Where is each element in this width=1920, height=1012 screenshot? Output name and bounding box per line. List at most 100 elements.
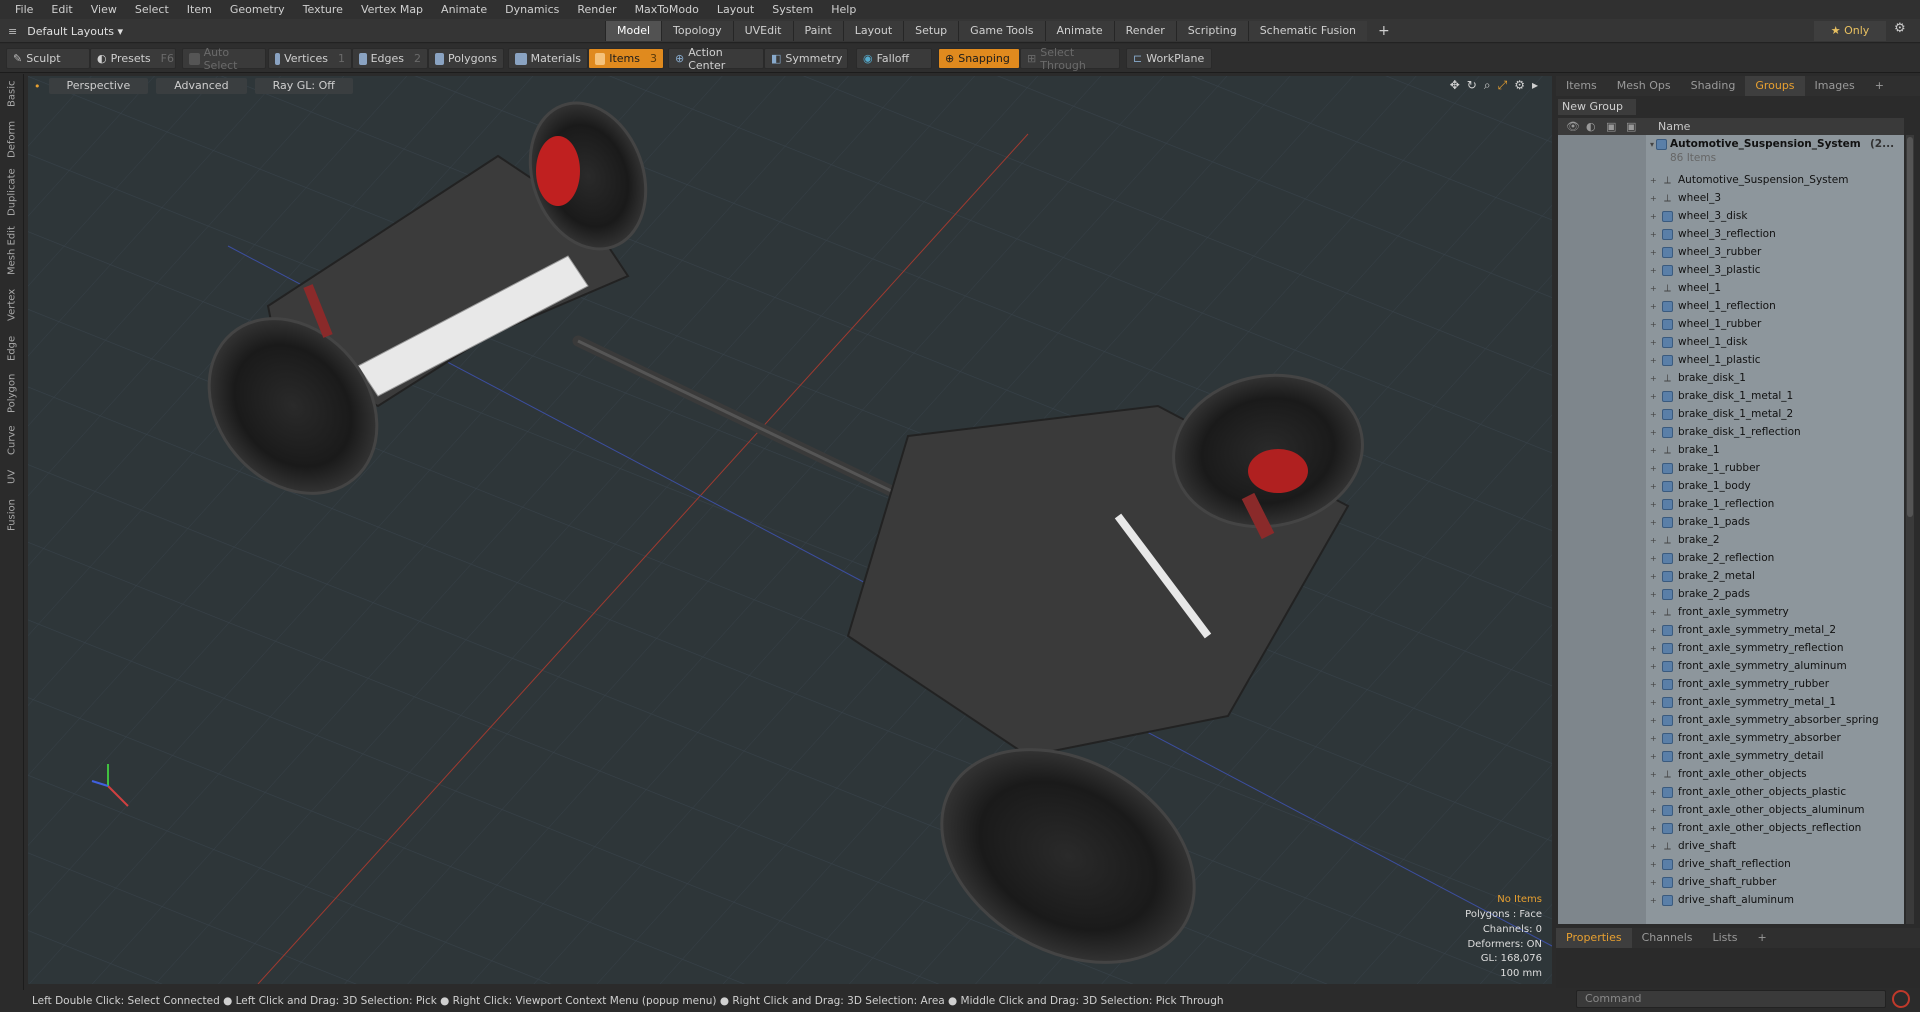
expand-toggle-icon[interactable]: + (1650, 716, 1657, 725)
menu-layout[interactable]: Layout (708, 3, 763, 16)
list-row[interactable]: + front_axle_other_objects_plastic (1558, 783, 1904, 801)
expand-toggle-icon[interactable]: + (1650, 896, 1657, 905)
left-tab-basic[interactable]: Basic (3, 74, 21, 114)
list-row[interactable]: + wheel_3_disk (1558, 207, 1904, 225)
expand-arrow-icon[interactable]: ▸ (1532, 78, 1538, 93)
expand-toggle-icon[interactable]: + (1650, 194, 1657, 203)
expand-toggle-icon[interactable]: + (1650, 644, 1657, 653)
expand-toggle-icon[interactable]: + (1650, 878, 1657, 887)
expand-toggle-icon[interactable]: + (1650, 266, 1657, 275)
only-button[interactable]: ★ Only (1814, 21, 1886, 41)
sculpt-button[interactable]: ✎ Sculpt (6, 48, 90, 69)
tab-paint[interactable]: Paint (792, 21, 843, 41)
list-row[interactable]: + ⟂ drive_shaft (1558, 837, 1904, 855)
right-tab-items[interactable]: Items (1556, 76, 1607, 96)
left-tab-uv[interactable]: UV (3, 462, 21, 492)
list-row[interactable]: + ⟂ brake_disk_1 (1558, 369, 1904, 387)
menu-texture[interactable]: Texture (294, 3, 352, 16)
expand-toggle-icon[interactable]: + (1650, 338, 1657, 347)
left-tab-duplicate[interactable]: Duplicate (3, 164, 21, 220)
expand-toggle-icon[interactable]: + (1650, 752, 1657, 761)
menu-animate[interactable]: Animate (432, 3, 496, 16)
command-input[interactable]: Command (1576, 990, 1886, 1008)
vertices-button[interactable]: Vertices 1 (268, 48, 352, 69)
list-row[interactable]: + brake_1_body (1558, 477, 1904, 495)
list-row[interactable]: + drive_shaft_reflection (1558, 855, 1904, 873)
list-row[interactable]: + brake_disk_1_metal_1 (1558, 387, 1904, 405)
view-mode-dropdown[interactable]: Perspective (48, 78, 149, 94)
viewport-scene[interactable] (28, 76, 1552, 984)
list-row[interactable]: + front_axle_symmetry_metal_2 (1558, 621, 1904, 639)
expand-toggle-icon[interactable]: + (1650, 824, 1657, 833)
expand-toggle-icon[interactable]: + (1650, 464, 1657, 473)
snapping-button[interactable]: ⊕ Snapping (938, 48, 1020, 69)
list-row[interactable]: + front_axle_other_objects_aluminum (1558, 801, 1904, 819)
list-row[interactable]: + ⟂ wheel_3 (1558, 189, 1904, 207)
scrollbar-thumb[interactable] (1907, 137, 1913, 517)
menu-select[interactable]: Select (126, 3, 178, 16)
menu-file[interactable]: File (6, 3, 42, 16)
list-row[interactable]: + front_axle_symmetry_reflection (1558, 639, 1904, 657)
list-row[interactable]: + brake_disk_1_metal_2 (1558, 405, 1904, 423)
left-tab-curve[interactable]: Curve (3, 418, 21, 462)
expand-toggle-icon[interactable]: + (1650, 518, 1657, 527)
left-tab-deform[interactable]: Deform (3, 114, 21, 164)
list-row[interactable]: + brake_2_pads (1558, 585, 1904, 603)
expand-toggle-icon[interactable]: + (1650, 392, 1657, 401)
expand-toggle-icon[interactable]: + (1650, 374, 1657, 383)
list-row[interactable]: + brake_1_reflection (1558, 495, 1904, 513)
expand-toggle-icon[interactable]: + (1650, 662, 1657, 671)
list-row[interactable]: + ⟂ brake_2 (1558, 531, 1904, 549)
left-tab-fusion[interactable]: Fusion (3, 492, 21, 538)
fit-icon[interactable]: ⤢ (1498, 78, 1508, 93)
collapse-toggle-icon[interactable]: ▾ (1650, 140, 1654, 149)
left-tab-mesh-edit[interactable]: Mesh Edit (3, 220, 21, 282)
tab-layout[interactable]: Layout (842, 21, 904, 41)
expand-toggle-icon[interactable]: + (1650, 842, 1657, 851)
right-tab-mesh-ops[interactable]: Mesh Ops (1607, 76, 1681, 96)
menu-geometry[interactable]: Geometry (221, 3, 294, 16)
menu-vertex-map[interactable]: Vertex Map (352, 3, 432, 16)
list-row[interactable]: + brake_1_rubber (1558, 459, 1904, 477)
edges-button[interactable]: Edges 2 (352, 48, 428, 69)
action-center-button[interactable]: ⊕ Action Center (668, 46, 764, 72)
list-row[interactable]: + ⟂ Automotive_Suspension_System (1558, 171, 1904, 189)
list-row[interactable]: + wheel_1_reflection (1558, 297, 1904, 315)
expand-toggle-icon[interactable]: + (1650, 356, 1657, 365)
left-tab-polygon[interactable]: Polygon (3, 368, 21, 418)
tab-model[interactable]: Model (605, 21, 662, 41)
list-row[interactable]: + brake_2_reflection (1558, 549, 1904, 567)
menu-help[interactable]: Help (822, 3, 865, 16)
tab-uvedit[interactable]: UVEdit (732, 21, 793, 41)
bottom-tab-channels[interactable]: Channels (1632, 928, 1703, 948)
visibility-column-icon[interactable]: 👁 (1566, 120, 1580, 133)
name-column-header[interactable]: Name (1658, 120, 1690, 133)
add-tab-button[interactable]: + (1367, 21, 1401, 41)
right-tab-groups[interactable]: Groups (1745, 76, 1805, 96)
list-row[interactable]: + front_axle_symmetry_metal_1 (1558, 693, 1904, 711)
expand-toggle-icon[interactable]: + (1650, 284, 1657, 293)
add-bottom-tab-button[interactable]: + (1747, 928, 1776, 948)
list-row[interactable]: + brake_1_pads (1558, 513, 1904, 531)
expand-toggle-icon[interactable]: + (1650, 230, 1657, 239)
list-row[interactable]: + ⟂ front_axle_symmetry (1558, 603, 1904, 621)
expand-toggle-icon[interactable]: + (1650, 734, 1657, 743)
expand-toggle-icon[interactable]: + (1650, 554, 1657, 563)
layout-dropdown[interactable]: ≡ Default Layouts ▾ (8, 22, 123, 40)
expand-toggle-icon[interactable]: + (1650, 608, 1657, 617)
list-row[interactable]: + wheel_1_disk (1558, 333, 1904, 351)
zoom-icon[interactable]: ⌕ (1484, 78, 1491, 93)
tab-game-tools[interactable]: Game Tools (958, 21, 1045, 41)
gear-icon[interactable]: ⚙ (1894, 21, 1906, 36)
menu-dynamics[interactable]: Dynamics (496, 3, 568, 16)
menu-render[interactable]: Render (568, 3, 625, 16)
list-row[interactable]: + wheel_1_plastic (1558, 351, 1904, 369)
list-row[interactable]: + brake_disk_1_reflection (1558, 423, 1904, 441)
list-row[interactable]: + wheel_3_plastic (1558, 261, 1904, 279)
list-row[interactable]: + front_axle_symmetry_aluminum (1558, 657, 1904, 675)
tab-topology[interactable]: Topology (661, 21, 733, 41)
workplane-button[interactable]: ⊏ WorkPlane (1126, 48, 1212, 69)
right-tab-shading[interactable]: Shading (1681, 76, 1746, 96)
expand-toggle-icon[interactable]: + (1650, 482, 1657, 491)
right-tab-images[interactable]: Images (1805, 76, 1865, 96)
